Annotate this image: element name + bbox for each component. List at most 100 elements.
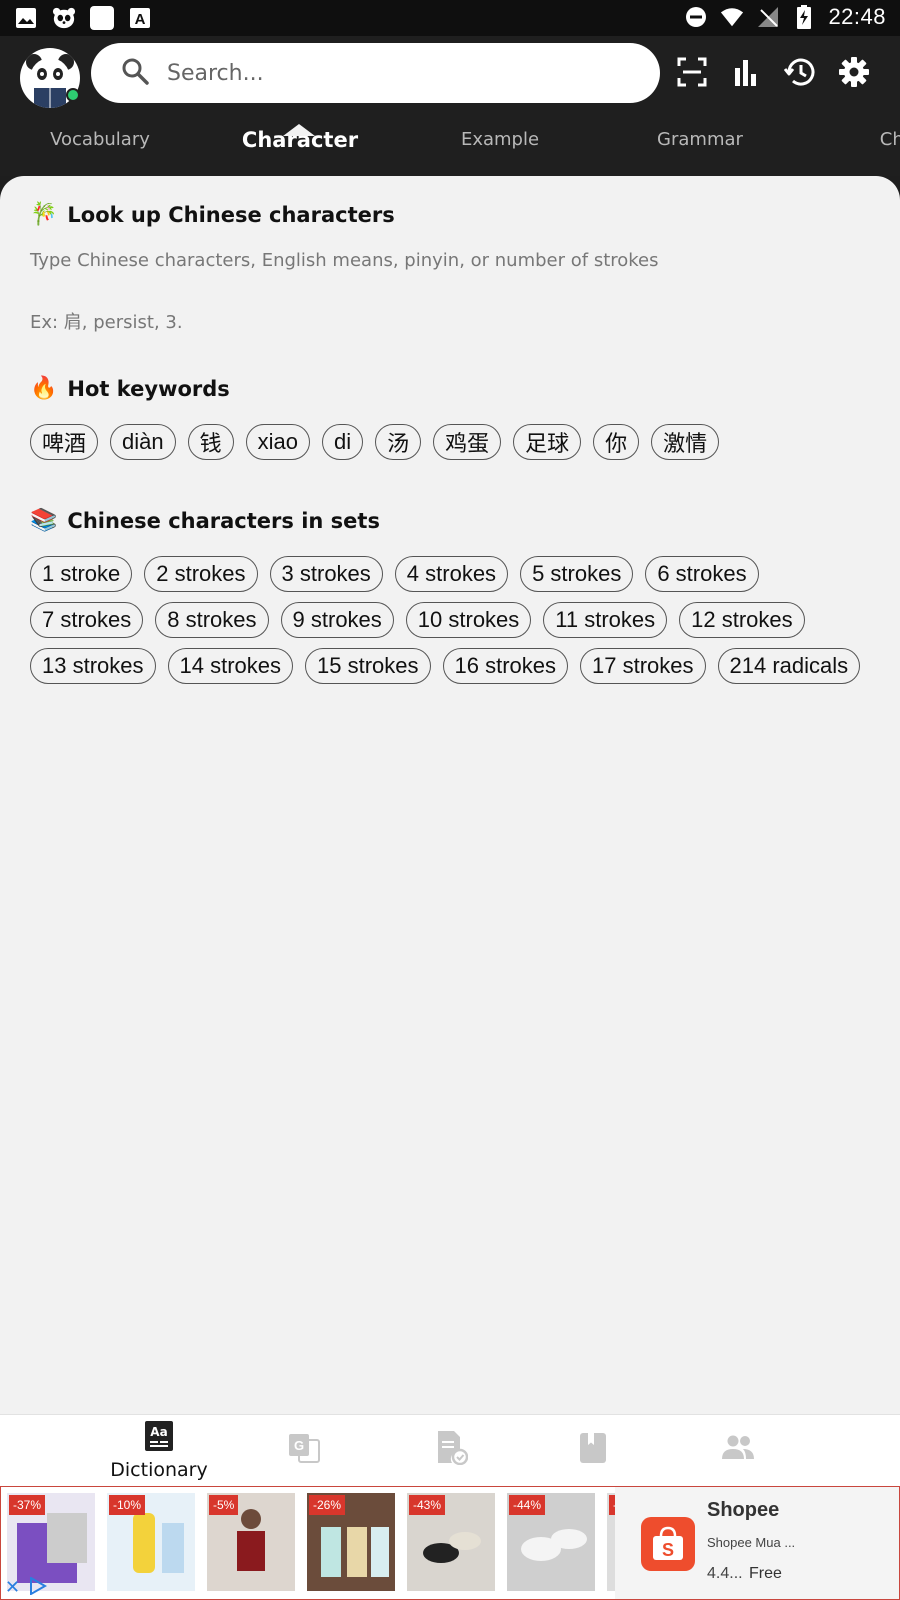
bamboo-icon: 🎋	[30, 202, 58, 227]
search-bar[interactable]	[91, 43, 660, 103]
test-icon	[436, 1431, 469, 1469]
discount-badge: -10%	[109, 1495, 146, 1515]
keyword-chip[interactable]: 钱	[187, 424, 234, 460]
nav-test[interactable]	[392, 1421, 512, 1483]
panda-app-icon	[52, 6, 76, 30]
svg-text:A: A	[135, 11, 146, 28]
stroke-set-chip[interactable]: 3 strokes	[269, 556, 383, 592]
lookup-hint: Type Chinese characters, English means, …	[30, 250, 659, 271]
stroke-set-chip[interactable]: 7 strokes	[30, 602, 144, 638]
stroke-set-chip[interactable]: 1 stroke	[30, 556, 133, 592]
nav-notebook[interactable]	[533, 1421, 653, 1483]
stroke-sets-list: 1 stroke 2 strokes 3 strokes 4 strokes 5…	[30, 556, 880, 684]
stroke-set-chip[interactable]: 16 strokes	[442, 648, 568, 684]
svg-text:S: S	[662, 1540, 674, 1560]
keyword-chip[interactable]: xiao	[245, 424, 310, 460]
character-panel: 🎋 Look up Chinese characters Type Chines…	[0, 176, 900, 1414]
stroke-set-chip[interactable]: 8 strokes	[155, 602, 269, 638]
keyword-chip[interactable]: 鸡蛋	[433, 424, 502, 460]
keyword-chip[interactable]: 啤酒	[30, 424, 99, 460]
stroke-set-chip[interactable]: 13 strokes	[30, 648, 156, 684]
lookup-example: Ex: 肩, persist, 3.	[30, 312, 183, 333]
stroke-set-chip[interactable]: 4 strokes	[394, 556, 509, 592]
keyword-chip[interactable]: 你	[593, 424, 640, 460]
stroke-set-chip[interactable]: 9 strokes	[280, 602, 394, 638]
ad-choices-icon[interactable]	[29, 1576, 48, 1596]
ad-product-card[interactable]: -5%	[207, 1493, 295, 1591]
radicals-chip[interactable]: 214 radicals	[717, 648, 861, 684]
keyword-chip[interactable]: 足球	[513, 424, 582, 460]
stroke-set-chip[interactable]: 12 strokes	[679, 602, 805, 638]
keyword-chip[interactable]: di	[321, 424, 364, 460]
nav-dictionary[interactable]: Aa Dictionary	[99, 1421, 219, 1483]
hot-keywords-list: 啤酒 diàn 钱 xiao di 汤 鸡蛋 足球 你 激情	[30, 424, 880, 460]
shopee-bag-icon: S	[641, 1517, 695, 1571]
svg-text:G: G	[294, 1438, 304, 1453]
ad-product-card[interactable]: -26%	[307, 1493, 395, 1591]
sets-heading: 📚 Chinese characters in sets	[30, 508, 380, 533]
sets-title: Chinese characters in sets	[67, 508, 380, 533]
fire-icon: 🔥	[30, 376, 58, 401]
translate-icon: G	[288, 1433, 320, 1467]
stroke-set-chip[interactable]: 6 strokes	[645, 556, 759, 592]
ad-product-card[interactable]: -44%	[507, 1493, 595, 1591]
stroke-set-chip[interactable]: 15 strokes	[305, 648, 431, 684]
tab-chinese[interactable]: Chin	[800, 120, 900, 160]
stroke-set-chip[interactable]: 14 strokes	[167, 648, 293, 684]
nav-community[interactable]	[678, 1421, 798, 1483]
tab-grammar[interactable]: Grammar	[600, 120, 800, 160]
ad-banner[interactable]: -37% -10% -5% -26% -43% -44% -4 S Shop	[0, 1486, 900, 1600]
scan-icon[interactable]	[674, 54, 710, 90]
app-header: Vocabulary Character Example Grammar Chi…	[0, 36, 900, 176]
stroke-set-chip[interactable]: 10 strokes	[405, 602, 532, 638]
stroke-set-chip[interactable]: 11 strokes	[543, 602, 668, 638]
ad-product-card[interactable]: -43%	[407, 1493, 495, 1591]
search-input[interactable]	[167, 60, 587, 86]
discount-badge: -37%	[9, 1495, 46, 1515]
ad-shop-info[interactable]: S Shopee Shopee Mua ... 4.4... Free	[615, 1487, 899, 1599]
discount-badge: -44%	[509, 1495, 546, 1515]
lookup-heading: 🎋 Look up Chinese characters	[30, 202, 395, 227]
svg-text:Aa: Aa	[150, 1425, 167, 1439]
hot-keywords-title: Hot keywords	[67, 376, 230, 401]
settings-icon[interactable]	[836, 54, 872, 90]
ad-products: -37% -10% -5% -26% -43% -44% -4	[7, 1493, 627, 1591]
discount-badge: -5%	[209, 1495, 239, 1515]
ad-product-card[interactable]: -10%	[107, 1493, 195, 1591]
stroke-set-chip[interactable]: 5 strokes	[520, 556, 634, 592]
search-icon	[121, 57, 149, 89]
a-box-icon: A	[128, 6, 152, 30]
ad-close-icon[interactable]: ✕	[5, 1577, 20, 1598]
stroke-set-chip[interactable]: 2 strokes	[144, 556, 258, 592]
discount-badge: -43%	[409, 1495, 446, 1515]
clock: 22:48	[828, 4, 886, 29]
shop-name: Shopee	[707, 1499, 780, 1521]
wifi-icon	[720, 5, 744, 29]
bottom-nav: Aa Dictionary G	[0, 1414, 900, 1486]
nav-translate[interactable]: G	[244, 1421, 364, 1483]
nav-dictionary-label: Dictionary	[110, 1459, 208, 1481]
keyword-chip[interactable]: diàn	[110, 424, 176, 460]
tab-vocabulary[interactable]: Vocabulary	[0, 120, 200, 160]
history-icon[interactable]	[782, 54, 818, 90]
no-signal-icon	[756, 5, 780, 29]
books-icon: 📚	[30, 508, 58, 533]
community-icon	[721, 1435, 755, 1463]
white-square-icon	[90, 6, 114, 30]
tab-bar: Vocabulary Character Example Grammar Chi…	[0, 120, 900, 172]
stats-icon[interactable]	[728, 54, 764, 90]
ad-product-card[interactable]: -37%	[7, 1493, 95, 1591]
keyword-chip[interactable]: 汤	[375, 424, 422, 460]
stroke-set-chip[interactable]: 17 strokes	[580, 648, 706, 684]
notebook-icon	[580, 1433, 606, 1467]
dictionary-icon: Aa	[144, 1421, 174, 1457]
tab-example[interactable]: Example	[400, 120, 600, 160]
status-bar: A 22:48	[0, 0, 900, 36]
online-status-dot	[66, 88, 80, 102]
keyword-chip[interactable]: 激情	[651, 424, 720, 460]
image-icon	[14, 6, 38, 30]
dnd-icon	[684, 5, 708, 29]
battery-charging-icon	[792, 5, 816, 29]
lookup-title: Look up Chinese characters	[67, 202, 395, 227]
discount-badge: -26%	[309, 1495, 346, 1515]
